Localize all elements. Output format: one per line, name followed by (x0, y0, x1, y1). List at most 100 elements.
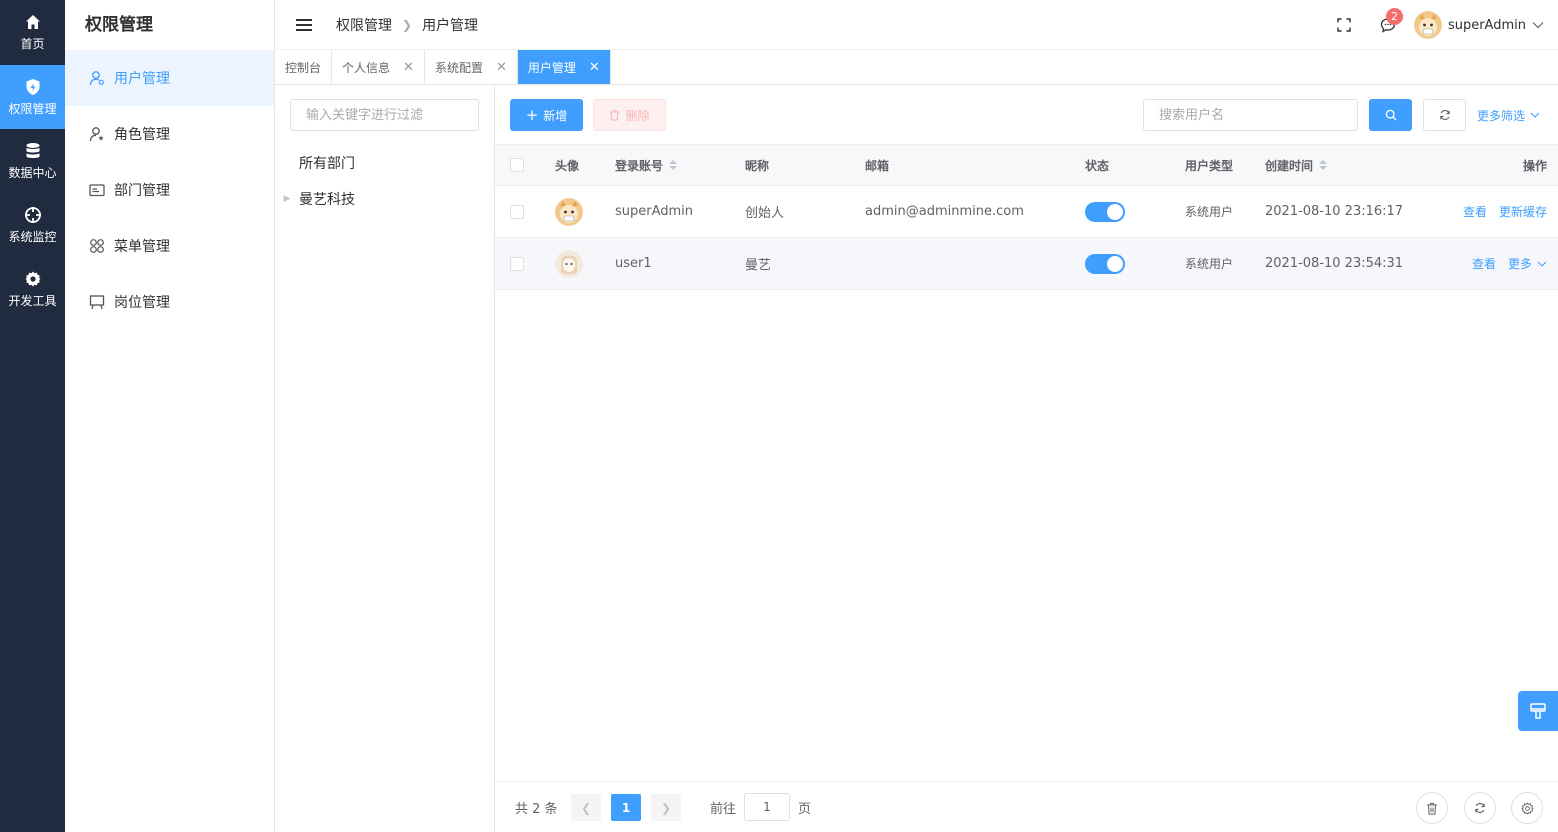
rail-item-label: 权限管理 (8, 101, 57, 116)
submenu-item-label: 菜单管理 (114, 239, 170, 255)
nav-rail: 首页 权限管理 数据中心 系统监控 开发工具 (0, 0, 65, 832)
tab-label: 系统配置 (434, 60, 483, 75)
pagination: 共 2 条 ❮ 1 ❯ 前往 页 (495, 781, 1558, 832)
delete-button[interactable]: 删除 (593, 99, 666, 131)
column-header-created[interactable]: 创建时间 (1265, 145, 1328, 185)
tab-user-management[interactable]: 用户管理 ✕ (517, 50, 611, 84)
close-icon[interactable]: ✕ (496, 60, 507, 75)
chevron-down-icon[interactable] (1532, 21, 1544, 29)
account-cell: superAdmin (615, 204, 694, 219)
pagination-total: 共 2 条 (515, 802, 558, 817)
status-cell (1085, 238, 1125, 289)
department-panel: 所有部门 ▶ 曼艺科技 (275, 85, 495, 832)
column-header-avatar: 头像 (555, 158, 580, 173)
crosshair-icon (24, 206, 42, 224)
column-header-user-type: 用户类型 (1185, 158, 1234, 173)
rail-item-monitor[interactable]: 系统监控 (0, 193, 65, 257)
close-icon[interactable]: ✕ (589, 60, 600, 75)
column-header-nickname: 昵称 (745, 158, 770, 173)
nickname-cell: 创始人 (745, 206, 785, 221)
rail-item-data-center[interactable]: 数据中心 (0, 129, 65, 193)
dept-filter-input[interactable] (290, 99, 479, 131)
rail-item-label: 开发工具 (8, 293, 57, 308)
trash-icon (609, 109, 620, 121)
more-filter-button[interactable]: 更多筛选 (1477, 99, 1540, 131)
user-name[interactable]: superAdmin (1448, 18, 1526, 33)
column-settings-button[interactable] (1511, 792, 1543, 824)
grid-icon (89, 238, 105, 254)
recycle-bin-button[interactable] (1416, 792, 1448, 824)
goto-page-input[interactable] (744, 793, 790, 821)
sort-icon[interactable] (1319, 160, 1328, 170)
shield-icon (24, 78, 42, 96)
floating-settings-button[interactable] (1518, 691, 1558, 731)
caret-right-icon[interactable]: ▶ (275, 194, 299, 204)
database-icon (24, 142, 42, 160)
tab-profile[interactable]: 个人信息 ✕ (332, 50, 425, 84)
row-checkbox[interactable] (510, 256, 524, 271)
refresh-cache-link[interactable]: 更新缓存 (1499, 203, 1547, 220)
breadcrumb-item-current: 用户管理 (422, 17, 479, 34)
created-cell: 2021-08-10 23:54:31 (1265, 256, 1404, 271)
tree-node-label: 所有部门 (299, 156, 355, 172)
status-toggle[interactable] (1085, 201, 1125, 222)
sub-menu: 权限管理 用户管理 角色管理 部门管理 菜单管理 岗位管理 (65, 0, 275, 832)
search-button[interactable] (1369, 99, 1412, 131)
view-link[interactable]: 查看 (1472, 255, 1496, 272)
email-cell: admin@adminmine.com (865, 204, 1024, 219)
rail-item-home[interactable]: 首页 (0, 0, 65, 64)
page-number-button[interactable]: 1 (611, 794, 641, 821)
add-button[interactable]: + 新增 (510, 99, 583, 131)
close-icon[interactable]: ✕ (403, 60, 414, 75)
sort-icon[interactable] (669, 160, 678, 170)
menu-toggle-icon[interactable] (296, 18, 312, 32)
breadcrumb-item[interactable]: 权限管理 (336, 15, 392, 35)
avatar[interactable] (1413, 11, 1442, 39)
rail-item-label: 数据中心 (8, 165, 57, 180)
reload-button[interactable] (1464, 792, 1496, 824)
status-cell (1085, 186, 1125, 237)
tree-node[interactable]: 所有部门 (275, 149, 493, 177)
table-row: superAdmin 创始人 admin@adminmine.com 系统用户 … (495, 186, 1558, 238)
submenu-item-label: 角色管理 (114, 127, 170, 143)
tab-label: 用户管理 (527, 60, 576, 75)
column-header-account[interactable]: 登录账号 (615, 145, 678, 185)
avatar-cell (555, 238, 583, 289)
status-toggle[interactable] (1085, 253, 1125, 274)
fullscreen-icon[interactable] (1336, 17, 1352, 33)
chevron-right-icon: ❯ (402, 17, 413, 32)
actions-cell: 查看 更多 (1472, 238, 1547, 289)
row-checkbox[interactable] (510, 204, 524, 219)
tab-label: 个人信息 (342, 60, 391, 75)
submenu-item-menus[interactable]: 菜单管理 (65, 218, 274, 274)
more-dropdown[interactable]: 更多 (1508, 255, 1547, 272)
rail-item-dev-tools[interactable]: 开发工具 (0, 257, 65, 321)
more-dropdown-label: 更多 (1507, 257, 1532, 271)
rail-item-label: 首页 (20, 36, 45, 51)
prev-page-button[interactable]: ❮ (571, 794, 601, 821)
main-panel: + 新增 删除 更多筛选 头像 登录账号 昵称 邮箱 (495, 85, 1558, 832)
next-page-button[interactable]: ❯ (651, 794, 681, 821)
tab-system-config[interactable]: 系统配置 ✕ (425, 50, 518, 84)
refresh-button[interactable] (1423, 99, 1466, 131)
avatar-cell (555, 186, 583, 237)
gear-icon (1520, 801, 1534, 815)
tree-node[interactable]: ▶ 曼艺科技 (275, 185, 493, 213)
column-header-status: 状态 (1085, 158, 1110, 173)
select-all-checkbox[interactable] (510, 158, 524, 172)
avatar (555, 197, 583, 226)
search-username-input[interactable] (1143, 99, 1358, 131)
submenu-item-users[interactable]: 用户管理 (65, 50, 274, 106)
top-header: 权限管理 ❯ 用户管理 2 superAdmin (275, 0, 1558, 50)
submenu-item-roles[interactable]: 角色管理 (65, 106, 274, 162)
tab-console[interactable]: 控制台 (275, 50, 333, 84)
column-header-label: 登录账号 (615, 158, 664, 173)
rail-item-permissions[interactable]: 权限管理 (0, 65, 65, 129)
submenu-item-departments[interactable]: 部门管理 (65, 162, 274, 218)
submenu-item-posts[interactable]: 岗位管理 (65, 274, 274, 330)
nickname-cell: 曼艺 (745, 258, 772, 273)
search-icon (1385, 109, 1397, 121)
tree-node-label: 曼艺科技 (299, 192, 355, 208)
message-icon[interactable]: 2 (1380, 8, 1403, 33)
view-link[interactable]: 查看 (1463, 203, 1487, 220)
